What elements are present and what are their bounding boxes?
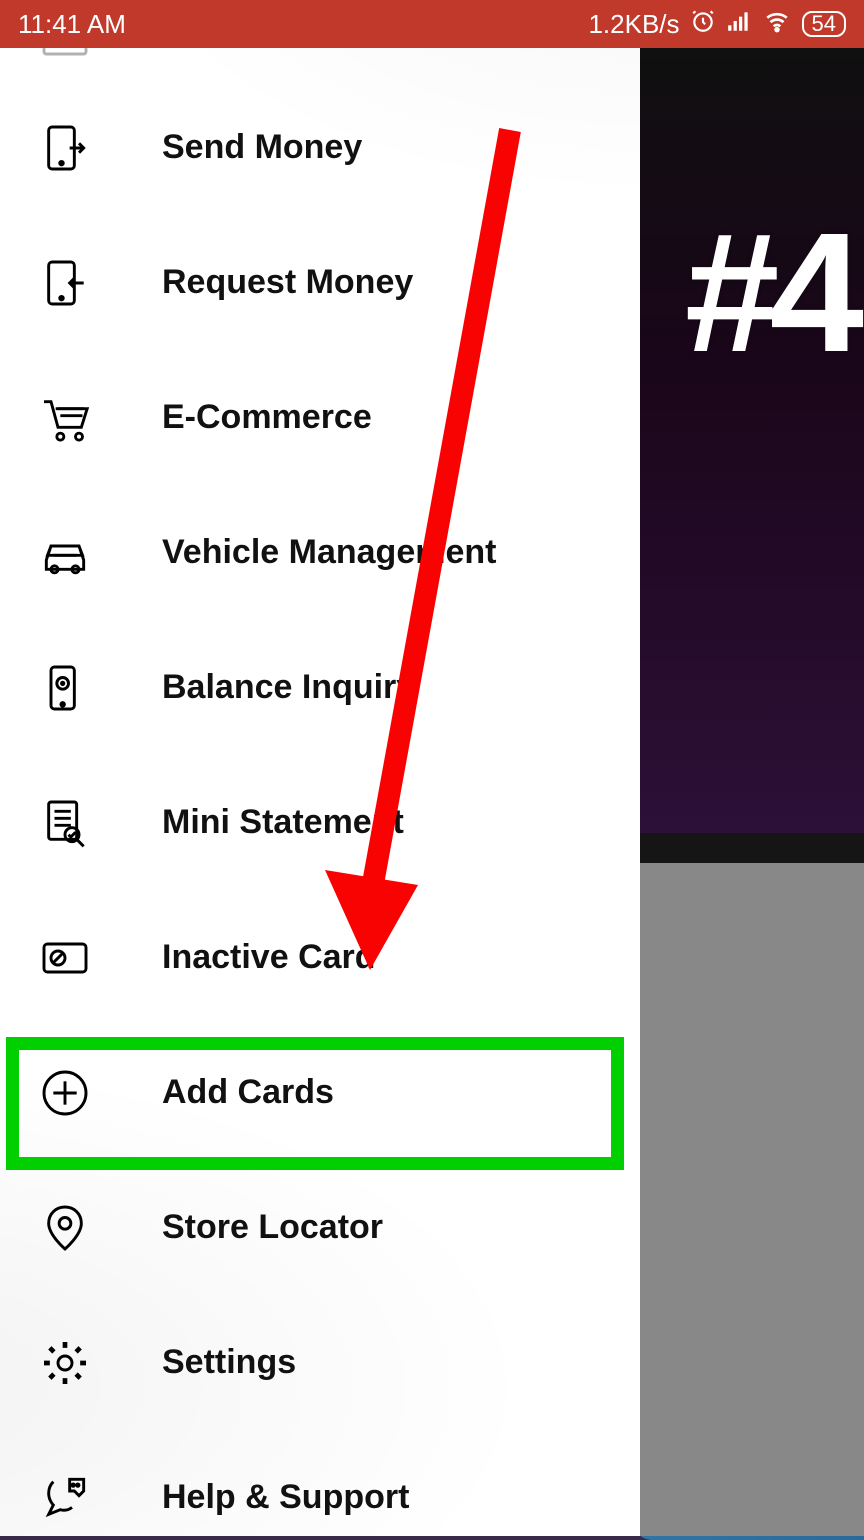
menu-item-ecommerce[interactable]: E-Commerce xyxy=(0,350,640,485)
menu-item-request-money[interactable]: Request Money xyxy=(0,215,640,350)
card-icon xyxy=(30,48,100,75)
statement-icon xyxy=(30,788,100,858)
status-time: 11:41 AM xyxy=(18,9,126,40)
net-speed: 1.2KB/s xyxy=(588,9,679,40)
menu-label: Inactive Card xyxy=(162,938,376,977)
menu-label: Vehicle Management xyxy=(162,533,496,572)
menu-label: Add Cards xyxy=(162,1073,334,1112)
status-right: 1.2KB/s 54 xyxy=(588,8,846,41)
gear-icon xyxy=(30,1328,100,1398)
menu-item-balance[interactable]: Balance Inquiry xyxy=(0,620,640,755)
menu-label: Request Money xyxy=(162,263,413,302)
navigation-drawer: Send Money Request Money E-Commerce Vehi… xyxy=(0,48,640,1536)
menu-label: E-Commerce xyxy=(162,398,372,437)
car-icon xyxy=(30,518,100,588)
inactive-card-icon xyxy=(30,923,100,993)
send-money-icon xyxy=(30,113,100,183)
menu-label: Send Money xyxy=(162,128,362,167)
menu-item-mini-statement[interactable]: Mini Statement xyxy=(0,755,640,890)
menu-label: Settings xyxy=(162,1343,296,1382)
menu-item-settings[interactable]: Settings xyxy=(0,1295,640,1430)
help-icon xyxy=(30,1463,100,1533)
status-bar: 11:41 AM 1.2KB/s 54 xyxy=(0,0,864,48)
alarm-icon xyxy=(690,8,716,41)
signal-icon xyxy=(726,8,752,41)
location-icon xyxy=(30,1193,100,1263)
menu-label: Help & Support xyxy=(162,1478,409,1517)
step-number-overlay: #4 xyxy=(685,195,854,391)
menu-item-add-cards[interactable]: Add Cards xyxy=(0,1025,640,1160)
wifi-icon xyxy=(762,8,792,41)
balance-icon xyxy=(30,653,100,723)
menu-label: Balance Inquiry xyxy=(162,668,415,707)
menu-label: Mini Statement xyxy=(162,803,404,842)
menu-label: Store Locator xyxy=(162,1208,383,1247)
menu-item-help[interactable]: Help & Support xyxy=(0,1430,640,1536)
menu-item-inactive-card[interactable]: Inactive Card xyxy=(0,890,640,1025)
cart-icon xyxy=(30,383,100,453)
menu-item-send-money[interactable]: Send Money xyxy=(0,80,640,215)
add-icon xyxy=(30,1058,100,1128)
battery-indicator: 54 xyxy=(802,11,846,37)
menu-item-placeholder[interactable] xyxy=(0,48,640,80)
menu-item-store-locator[interactable]: Store Locator xyxy=(0,1160,640,1295)
request-money-icon xyxy=(30,248,100,318)
menu-item-vehicle[interactable]: Vehicle Management xyxy=(0,485,640,620)
